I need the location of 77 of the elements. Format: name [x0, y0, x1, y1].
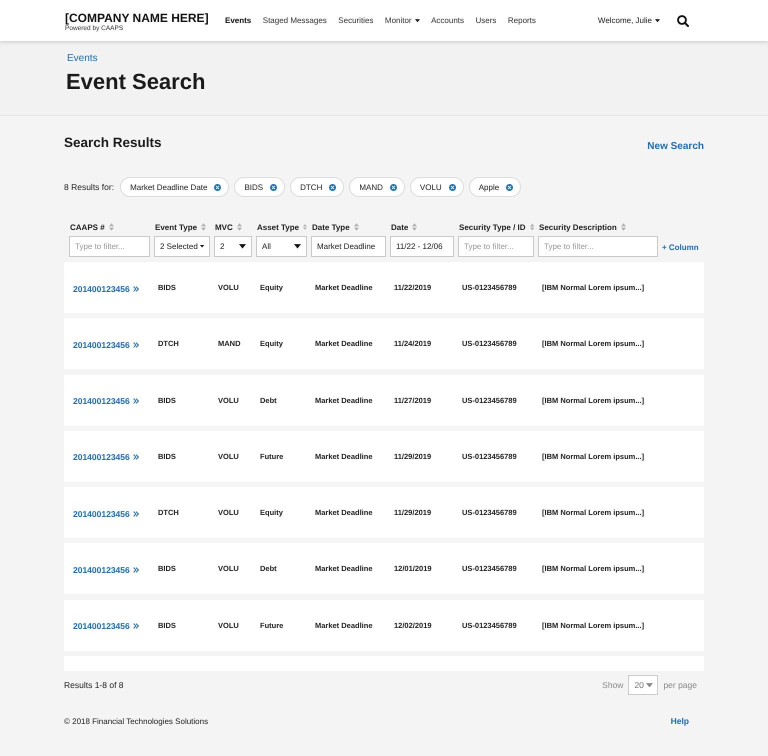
double-chevron-icon: [132, 510, 139, 517]
results-count: 8 Results for:: [64, 182, 114, 192]
double-chevron-icon: [132, 286, 139, 292]
nav-link[interactable]: Events: [225, 16, 252, 25]
caret-icon: [294, 244, 301, 249]
filter-chip[interactable]: Market Deadline Date: [120, 177, 230, 197]
filter-chip[interactable]: Apple: [468, 177, 522, 197]
filter-select[interactable]: 2 Selected: [154, 236, 210, 257]
section-heading: Search Results: [64, 134, 162, 152]
nav-link[interactable]: Users: [476, 16, 496, 25]
double-chevron-icon: [132, 342, 139, 348]
search-icon[interactable]: [677, 14, 689, 26]
page-size-select[interactable]: 20: [628, 675, 658, 696]
event-link[interactable]: 201400123456: [69, 621, 139, 632]
nav-link[interactable]: Reports: [508, 16, 536, 25]
close-icon[interactable]: [270, 184, 278, 190]
sort-icon[interactable]: [236, 223, 242, 231]
column-header[interactable]: CAAPS #: [70, 222, 105, 232]
filter-chip[interactable]: DTCH: [290, 177, 344, 197]
filter-field[interactable]: Market Deadline: [311, 236, 386, 257]
caret-icon: [200, 244, 204, 249]
nav-link[interactable]: Securities: [338, 16, 374, 25]
close-icon[interactable]: [329, 184, 336, 190]
new-search-link[interactable]: New Search: [647, 140, 704, 152]
double-chevron-icon: [132, 398, 139, 404]
event-link[interactable]: 201400123456: [69, 284, 139, 294]
sort-icon[interactable]: [620, 223, 626, 231]
filter-chip[interactable]: BIDS: [234, 177, 286, 197]
sort-icon[interactable]: [201, 223, 206, 231]
company-name: [COMPANY NAME HERE]: [65, 10, 209, 24]
show-label: Show: [602, 680, 624, 690]
filter-field[interactable]: Type to filter...: [458, 236, 534, 257]
per-page-label: per page: [663, 680, 697, 690]
user-menu[interactable]: Welcome, Julie: [598, 16, 660, 25]
column-header[interactable]: Date: [391, 222, 408, 232]
filter-field[interactable]: Type to filter...: [538, 236, 658, 257]
help-link[interactable]: Help: [670, 716, 689, 726]
double-chevron-icon: [132, 566, 139, 573]
close-icon[interactable]: [214, 184, 222, 190]
sort-icon[interactable]: [303, 223, 307, 231]
double-chevron-icon: [132, 454, 139, 460]
breadcrumb-link[interactable]: Events: [67, 53, 98, 65]
nav-link[interactable]: Monitor: [384, 16, 420, 25]
event-link[interactable]: 201400123456: [69, 396, 139, 406]
sort-icon[interactable]: [412, 223, 418, 231]
column-header[interactable]: MVC: [215, 222, 233, 232]
nav-link[interactable]: Accounts: [431, 16, 464, 25]
filter-select[interactable]: All: [256, 236, 307, 257]
column-header[interactable]: Security Type / ID: [459, 222, 526, 232]
close-icon[interactable]: [448, 184, 456, 190]
filter-select[interactable]: 2: [214, 236, 252, 257]
filter-chip[interactable]: VOLU: [410, 177, 464, 197]
caret-icon: [655, 18, 660, 22]
event-link[interactable]: 201400123456: [69, 508, 139, 519]
event-link[interactable]: 201400123456: [69, 452, 139, 462]
column-header[interactable]: Date Type: [312, 222, 350, 232]
page-title: Event Search: [66, 68, 206, 96]
close-icon[interactable]: [390, 184, 397, 190]
results-summary: Results 1-8 of 8: [64, 680, 124, 690]
filter-chip[interactable]: MAND: [349, 177, 405, 197]
sort-icon[interactable]: [530, 223, 534, 231]
column-header[interactable]: Event Type: [155, 222, 198, 232]
caret-icon: [239, 244, 246, 249]
double-chevron-icon: [132, 623, 139, 630]
filter-field[interactable]: Type to filter...: [69, 236, 150, 257]
event-link[interactable]: 201400123456: [69, 564, 139, 575]
sort-icon[interactable]: [108, 223, 114, 231]
copyright-text: © 2018 Financial Technologies Solutions: [64, 716, 208, 726]
column-header[interactable]: Security Description: [539, 222, 617, 232]
sort-icon[interactable]: [354, 223, 359, 231]
event-link[interactable]: 201400123456: [69, 340, 139, 350]
close-icon[interactable]: [506, 184, 514, 190]
add-column-link[interactable]: + Column: [662, 243, 704, 252]
caret-icon: [646, 682, 654, 688]
column-header[interactable]: Asset Type: [257, 222, 300, 232]
filter-field[interactable]: 11/22 - 12/06: [390, 236, 454, 257]
nav-link[interactable]: Staged Messages: [262, 16, 327, 25]
